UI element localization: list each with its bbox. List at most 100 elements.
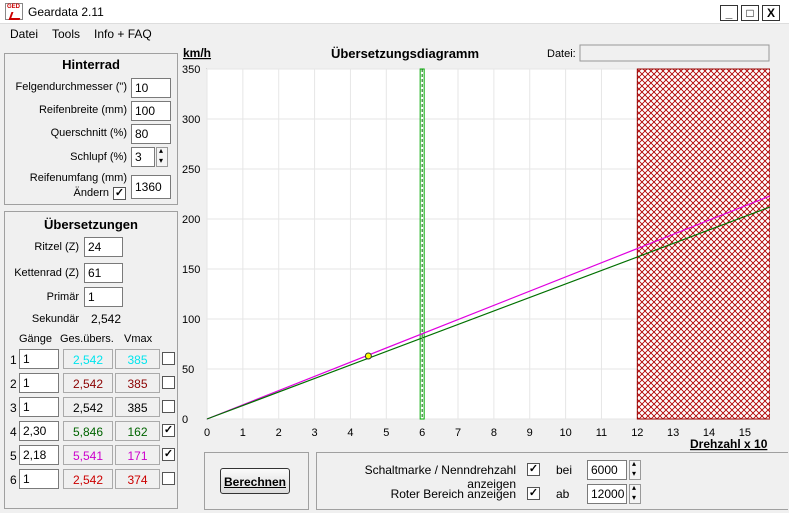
gear-vmax: 374	[115, 469, 160, 489]
sekundaer-label: Sekundär	[31, 313, 79, 325]
gear-show-checkbox[interactable]	[162, 376, 175, 389]
gear-ratio-input[interactable]: 2,18	[19, 445, 59, 465]
x-tick-label: 5	[383, 427, 389, 439]
gear-total-ratio: 2,542	[63, 397, 113, 417]
schaltmarke-checkbox[interactable]: ✓	[527, 463, 540, 476]
gear-diagram: km/h Übersetzungsdiagramm Datei: 0123456…	[182, 44, 770, 451]
hinterrad-title: Hinterrad	[62, 57, 120, 72]
y-tick-label: 350	[182, 64, 200, 76]
gear-ratio-input[interactable]: 1	[19, 373, 59, 393]
ritzel-label: Ritzel (Z)	[34, 241, 79, 253]
rot-label: Roter Bereich anzeigen	[390, 487, 516, 501]
primaer-label: Primär	[46, 291, 79, 303]
gear-ratio-input[interactable]: 2,30	[19, 421, 59, 441]
menu-tools[interactable]: Tools	[52, 27, 80, 41]
schlupf-spinner[interactable]	[156, 146, 168, 167]
y-tick-label: 300	[182, 114, 200, 126]
bei-input[interactable]: 6000	[587, 460, 627, 480]
x-tick-label: 13	[667, 427, 679, 439]
y-tick-label: 100	[182, 314, 200, 326]
gear-vmax: 162	[115, 421, 160, 441]
ritzel-input[interactable]: 24	[84, 237, 123, 257]
schlupf-input[interactable]: 3	[131, 147, 155, 167]
gear-show-checkbox[interactable]	[162, 400, 175, 413]
ab-spinner[interactable]	[629, 483, 641, 504]
felgen-label: Felgendurchmesser (")	[15, 81, 128, 93]
kettenrad-label: Kettenrad (Z)	[14, 267, 79, 279]
x-tick-label: 11	[596, 427, 607, 439]
gear-number: 5	[10, 449, 17, 463]
minimize-button[interactable]: _	[720, 5, 738, 21]
y-axis-label: km/h	[183, 46, 211, 60]
berechnen-group: Berechnen	[204, 452, 309, 510]
gear-show-checkbox[interactable]	[162, 472, 175, 485]
x-tick-label: 12	[631, 427, 643, 439]
kettenrad-input[interactable]: 61	[84, 263, 123, 283]
quer-label: Querschnitt (%)	[50, 127, 127, 139]
gear-vmax: 171	[115, 445, 160, 465]
x-tick-label: 7	[455, 427, 461, 439]
umfang-label: Reifenumfang (mm)	[29, 172, 127, 184]
options-group: Schaltmarke / Nenndrehzahl anzeigen ✓ be…	[316, 452, 788, 510]
quer-input[interactable]: 80	[131, 124, 171, 144]
gear-number: 3	[10, 401, 17, 415]
aendern-label: Ändern	[73, 187, 109, 199]
x-tick-label: 2	[276, 427, 282, 439]
sekundaer-value: 2,542	[91, 312, 122, 326]
gear-vmax: 385	[115, 397, 160, 417]
gear-show-checkbox[interactable]	[162, 352, 175, 365]
ab-label: ab	[556, 487, 570, 501]
col-gaenge: Gänge	[19, 333, 53, 345]
menu-info-faq[interactable]: Info + FAQ	[94, 27, 152, 41]
y-tick-label: 50	[182, 364, 194, 376]
gear-number: 6	[10, 473, 17, 487]
breite-input[interactable]: 100	[131, 101, 171, 121]
x-tick-label: 6	[419, 427, 425, 439]
aendern-checkbox[interactable]: ✓	[113, 187, 126, 200]
y-tick-label: 150	[182, 264, 200, 276]
gear-ratio-input[interactable]: 1	[19, 397, 59, 417]
schlupf-label: Schlupf (%)	[70, 151, 127, 163]
y-tick-label: 200	[182, 214, 200, 226]
uebersetzungen-title: Übersetzungen	[44, 217, 138, 232]
maximize-button[interactable]: □	[741, 5, 759, 21]
rot-checkbox[interactable]: ✓	[527, 487, 540, 500]
gear-vmax: 385	[115, 373, 160, 393]
x-tick-label: 3	[312, 427, 318, 439]
felgen-input[interactable]: 10	[131, 78, 171, 98]
gear-ratio-input[interactable]: 1	[19, 469, 59, 489]
ab-input[interactable]: 12000	[587, 484, 627, 504]
chart-title: Übersetzungsdiagramm	[331, 46, 479, 61]
window-title: Geardata 2.11	[28, 5, 104, 19]
col-vmax: Vmax	[124, 333, 153, 345]
x-tick-label: 4	[347, 427, 353, 439]
bei-spinner[interactable]	[629, 459, 641, 480]
gear-ratio-input[interactable]: 1	[19, 349, 59, 369]
primaer-input[interactable]: 1	[84, 287, 123, 307]
umfang-input[interactable]: 1360	[131, 175, 171, 199]
x-tick-label: 0	[204, 427, 210, 439]
gear-number: 4	[10, 425, 17, 439]
datei-label: Datei:	[547, 48, 576, 60]
menu-bar: Datei Tools Info + FAQ	[0, 24, 789, 44]
title-bar: Geardata 2.11 _ □ X	[0, 0, 789, 24]
red-zone	[636, 68, 770, 420]
breite-label: Reifenbreite (mm)	[38, 104, 127, 116]
menu-datei[interactable]: Datei	[10, 27, 38, 41]
hinterrad-group: Hinterrad Felgendurchmesser (") 10 Reife…	[4, 53, 178, 205]
y-tick-label: 250	[182, 164, 200, 176]
y-tick-label: 0	[182, 414, 188, 426]
app-icon	[5, 3, 23, 20]
col-ges: Ges.übers.	[60, 333, 114, 345]
berechnen-button[interactable]: Berechnen	[220, 468, 290, 494]
gear-number: 2	[10, 377, 17, 391]
gear-number: 1	[10, 353, 17, 367]
gear-total-ratio: 5,846	[63, 421, 113, 441]
x-tick-label: 10	[559, 427, 571, 439]
gear-show-checkbox[interactable]: ✓	[162, 424, 175, 437]
datei-field[interactable]	[579, 44, 770, 62]
gear-show-checkbox[interactable]: ✓	[162, 448, 175, 461]
close-button[interactable]: X	[762, 5, 780, 21]
x-tick-label: 1	[240, 427, 246, 439]
gear-vmax: 385	[115, 349, 160, 369]
